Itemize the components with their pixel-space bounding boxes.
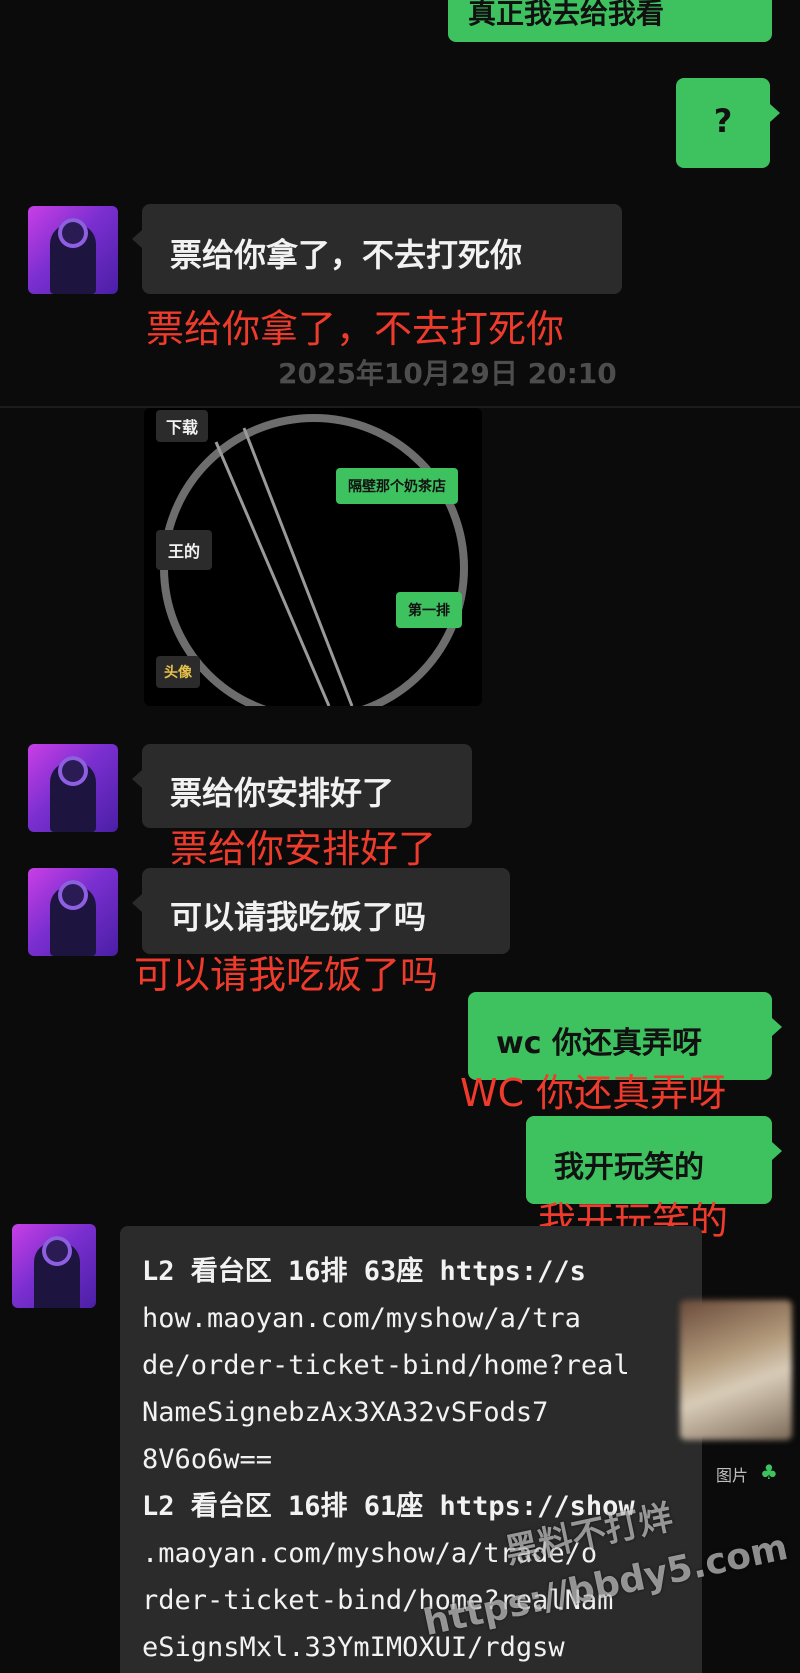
ticket-line[interactable]: how.maoyan.com/myshow/a/tra — [142, 1295, 680, 1342]
message-bubble-incoming[interactable]: 票给你拿了，不去打死你 — [132, 204, 622, 294]
caption-overlay: 票给你安排好了 — [170, 827, 437, 871]
message-bubble-outgoing-partial[interactable]: 真正我去给我看 — [448, 0, 772, 42]
message-text: ? — [713, 102, 733, 140]
ticket-line[interactable]: eSignsMxl.33YmIMOXUI/rdgsw — [142, 1624, 680, 1671]
message-bubble-incoming[interactable]: L2 看台区 16排 63座 https://s how.maoyan.com/… — [120, 1226, 702, 1673]
message-text: 可以请我吃饭了吗 — [170, 898, 427, 936]
message-bubble-incoming[interactable]: 票给你安排好了 — [132, 744, 472, 828]
message-text: 票给你安排好了 — [170, 774, 395, 812]
message-bubble-incoming[interactable]: 可以请我吃饭了吗 — [132, 868, 510, 954]
clover-icon: ♣ — [760, 1460, 778, 1484]
image-label: 下载 — [156, 410, 209, 442]
message-text: wc 你还真弄呀 — [496, 1026, 702, 1061]
ticket-line[interactable]: de/order-ticket-bind/home?real — [142, 1342, 680, 1389]
caption-overlay: 可以请我吃饭了吗 — [134, 953, 439, 997]
image-label: 隔壁那个奶茶店 — [336, 468, 458, 504]
image-label: 王的 — [156, 530, 213, 570]
contact-avatar[interactable] — [28, 868, 118, 956]
contact-avatar[interactable] — [12, 1224, 96, 1308]
message-text: 真正我去给我看 — [468, 0, 665, 30]
thumbnail-label: 图片 — [716, 1466, 749, 1485]
message-text: 票给你拿了，不去打死你 — [170, 236, 523, 274]
image-label: 第一排 — [396, 592, 462, 628]
message-bubble-outgoing[interactable]: ? — [676, 78, 780, 168]
ticket-line[interactable]: L2 看台区 16排 63座 https://s — [142, 1248, 680, 1295]
caption-overlay: WC 你还真弄呀 — [460, 1071, 727, 1115]
contact-avatar[interactable] — [28, 206, 118, 294]
ticket-line[interactable]: 8V6o6w== — [142, 1436, 680, 1483]
contact-avatar[interactable] — [28, 744, 118, 832]
caption-overlay: 票给你拿了，不去打死你 — [146, 307, 565, 351]
blurred-thumbnail[interactable] — [680, 1300, 792, 1440]
message-text: 我开玩笑的 — [554, 1150, 704, 1185]
image-message[interactable]: 下载 王的 隔壁那个奶茶店 第一排 头像 — [144, 408, 482, 706]
ticket-line[interactable]: NameSignebzAx3XA32vSFods7 — [142, 1389, 680, 1436]
message-timestamp: 2025年10月29日 20:10 — [278, 357, 617, 390]
image-label: 头像 — [156, 656, 200, 688]
